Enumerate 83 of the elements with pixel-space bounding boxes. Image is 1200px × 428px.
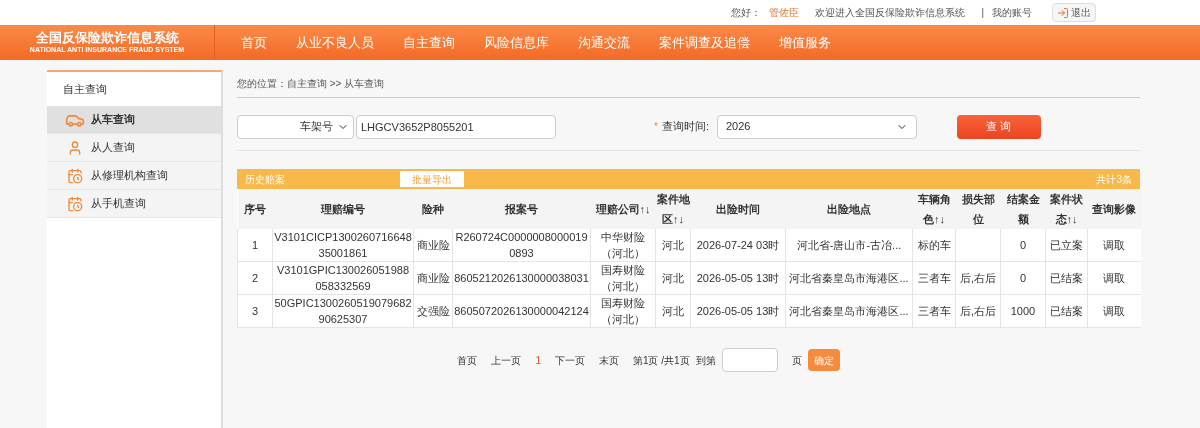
welcome-text: 欢迎进入全国反保险欺诈信息系统 — [815, 6, 966, 20]
table-cell: 三者车 — [917, 305, 951, 317]
page-link[interactable]: 1 — [535, 352, 541, 368]
table-cell: 三者车 — [917, 272, 951, 284]
column-header: 出险地点 — [785, 189, 913, 229]
table-cell: 1000 — [1010, 305, 1036, 317]
column-header: 理赔编号 — [272, 189, 414, 229]
account-link[interactable]: 我的账号 — [992, 5, 1032, 20]
column-header: 险种 — [413, 189, 453, 229]
table-cell: 2026-05-05 13时 — [696, 305, 780, 317]
sidebar-title: 自主查询 — [62, 81, 108, 97]
table-cell: 标的车 — [917, 239, 951, 251]
column-header: 案件状态↑↓ — [1045, 189, 1088, 229]
logo-title: 全国反保险欺诈信息系统 — [35, 30, 179, 47]
retrieve-link[interactable]: 调取 — [1103, 305, 1126, 317]
last-page-link[interactable]: 末页 — [598, 352, 619, 368]
table-cell: 国寿财险（河北） — [601, 297, 645, 325]
column-header: 损失部位 — [955, 189, 1001, 229]
table-cell: 后,右后 — [959, 272, 997, 284]
sidebar-item[interactable]: 从手机查询 — [47, 190, 221, 218]
table-cell: 河北 — [662, 305, 684, 317]
table-cell: 河北省秦皇岛市海港区... — [789, 272, 909, 284]
time-label: 查询时间: — [661, 119, 709, 135]
time-select[interactable]: 2026 — [716, 114, 917, 139]
table-cell: 0 — [1019, 239, 1027, 251]
table-cell: 河北省秦皇岛市海港区... — [789, 305, 909, 317]
retrieve-link[interactable]: 调取 — [1103, 272, 1126, 284]
table-cell: 国寿财险（河北） — [601, 264, 645, 292]
logout-button[interactable]: 退出 — [1052, 3, 1096, 22]
greeting-text: 您好： — [731, 6, 762, 20]
table-cell: 商业险 — [416, 239, 450, 251]
table-cell: 50GPIC130026051907968290625307 — [274, 297, 412, 325]
table-cell: 0 — [1019, 272, 1027, 284]
table-cell: 3 — [251, 305, 259, 317]
table-cell: 已结案 — [1050, 272, 1083, 284]
first-page-link[interactable]: 首页 — [457, 352, 478, 368]
search-field[interactable]: LHGCV3652P8055201 — [356, 114, 556, 139]
sidebar-item[interactable]: 从修理机构查询 — [47, 162, 221, 190]
table-cell: 1 — [251, 239, 259, 251]
logout-icon — [1057, 6, 1069, 19]
table-cell: V3101GPIC130026051988058332569 — [276, 264, 410, 292]
calendar-icon — [67, 195, 83, 212]
page-input[interactable] — [721, 348, 778, 372]
separator-text: | — [981, 6, 984, 20]
column-header: 报案号 — [452, 189, 591, 229]
column-header: 车辆角色↑↓ — [912, 189, 956, 229]
type-select[interactable]: 车架号 — [237, 114, 354, 139]
page-info: 第1页 /共1页 — [632, 353, 690, 368]
column-header: 序号 — [237, 189, 273, 229]
table-cell: 2 — [251, 272, 259, 284]
table-cell: 商业险 — [416, 272, 450, 284]
table-cell: 河北省-唐山市-古冶... — [796, 239, 902, 251]
prev-page-link[interactable]: 上一页 — [491, 352, 522, 368]
table-caption: 历史赔案 — [245, 172, 285, 187]
table-cell: 河北 — [662, 239, 684, 251]
table-cell: R260724C00000080000190893 — [455, 231, 588, 259]
column-header: 案件地区↑↓ — [655, 189, 691, 229]
column-header: 结案金额 — [1000, 189, 1046, 229]
next-page-link[interactable]: 下一页 — [554, 352, 585, 368]
table-cell: V3101CICP130026071664835001861 — [274, 231, 412, 259]
column-header: 出险时间 — [690, 189, 786, 229]
table-cell: 中华财险（河北） — [601, 231, 645, 259]
goto-label: 到第 — [695, 353, 716, 368]
column-header: 查询影像 — [1087, 189, 1141, 229]
table-cell: 后,右后 — [959, 305, 997, 317]
table-cell: 8605212026130000038031 — [454, 272, 589, 284]
table-cell: 已结案 — [1050, 305, 1083, 317]
breadcrumb: 您的位置：自主查询 >> 从车查询 — [237, 60, 1140, 98]
page-unit: 页 — [791, 353, 802, 368]
person-icon — [67, 139, 83, 156]
required-mark: * — [654, 120, 658, 134]
table-cell: 河北 — [662, 272, 684, 284]
table-cell: 交强险 — [416, 305, 450, 317]
calendar-icon — [67, 167, 83, 184]
total-count: 共计3条 — [1096, 172, 1132, 187]
table-cell: 已立案 — [1050, 239, 1083, 251]
sidebar-item[interactable]: 从车查询 — [47, 106, 221, 134]
table-cell: 2026-05-05 13时 — [696, 272, 780, 284]
table-cell: 2026-07-24 03时 — [696, 239, 780, 251]
sidebar-item[interactable]: 从人查询 — [47, 134, 221, 162]
retrieve-link[interactable]: 调取 — [1103, 239, 1126, 251]
table-cell: 8605072026130000042124 — [454, 305, 589, 317]
column-header: 理赔公司↑↓ — [590, 189, 656, 229]
